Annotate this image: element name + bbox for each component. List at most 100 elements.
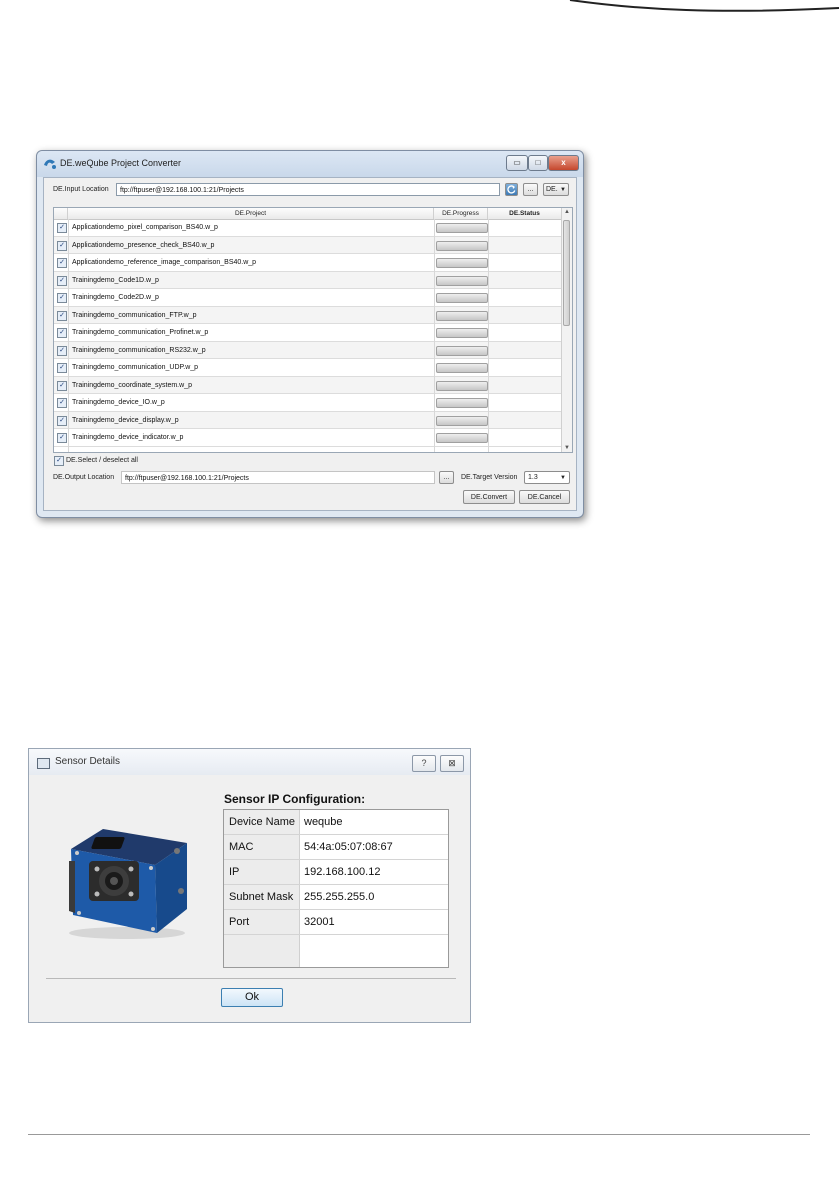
grid-line [68, 219, 69, 452]
row-status [490, 254, 556, 271]
target-version-select[interactable]: 1.3 ▼ [524, 471, 570, 484]
scroll-thumb[interactable] [563, 220, 570, 326]
row-status [490, 342, 556, 359]
close-button[interactable]: x [548, 155, 579, 171]
table-row[interactable]: ✓ Trainingdemo_device_IO.w_p [54, 394, 562, 412]
row-checkbox[interactable]: ✓ [57, 223, 67, 233]
row-progress-bar [436, 223, 488, 233]
language-select[interactable]: DE. ▼ [543, 183, 569, 196]
project-name: Applicationdemo_reference_image_comparis… [72, 259, 257, 266]
checkbox-column-header [54, 208, 68, 219]
project-column-header[interactable]: DE.Project [68, 208, 434, 219]
grid-line [434, 219, 435, 452]
vertical-scrollbar[interactable]: ▲ ▼ [561, 208, 572, 452]
info-key: MAC [224, 835, 300, 859]
table-row[interactable]: ✓ Trainingdemo_device_display.w_p [54, 411, 562, 429]
row-progress-bar [436, 258, 488, 268]
row-checkbox[interactable]: ✓ [57, 380, 67, 391]
row-progress-bar [436, 328, 488, 338]
row-checkbox[interactable]: ✓ [57, 275, 67, 286]
row-progress-bar [436, 275, 488, 286]
row-progress-bar [436, 415, 488, 426]
table-row[interactable]: ✓ Trainingdemo_Code2D.w_p [54, 289, 562, 307]
table-row[interactable]: ✓ Applicationdemo_reference_image_compari… [54, 254, 562, 272]
row-progress-bar [436, 363, 488, 373]
select-all-label: DE.Select / deselect all [66, 457, 138, 464]
chevron-down-icon: ▼ [560, 187, 566, 193]
maximize-button[interactable]: □ [528, 155, 548, 171]
table-row[interactable]: ✓ Applicationdemo_pixel_comparison_BS40.w… [54, 219, 562, 237]
info-row: IP 192.168.100.12 [224, 860, 448, 885]
table-row[interactable]: ✓ Trainingdemo_Code1D.w_p [54, 271, 562, 289]
row-checkbox[interactable]: ✓ [57, 310, 67, 321]
input-browse-button[interactable]: ... [523, 183, 538, 196]
row-status [490, 324, 556, 341]
sensor-ip-heading: Sensor IP Configuration: [224, 792, 366, 806]
close-button[interactable]: ⊠ [440, 755, 464, 772]
converter-title: DE.weQube Project Converter [60, 158, 182, 168]
project-name: Trainingdemo_communication_Profinet.w_p [72, 329, 209, 336]
row-checkbox[interactable]: ✓ [57, 328, 67, 338]
grid-line [488, 219, 489, 452]
table-row[interactable]: ✓ Trainingdemo_coordinate_system.w_p [54, 376, 562, 394]
refresh-icon [507, 185, 516, 194]
row-status [490, 359, 556, 376]
help-button[interactable]: ? [412, 755, 436, 772]
input-location-field[interactable]: ftp://ftpuser@192.168.100.1:21/Projects [116, 183, 500, 196]
row-checkbox[interactable]: ✓ [57, 293, 67, 303]
sensor-details-title-bar[interactable]: Sensor Details ? ⊠ [29, 749, 470, 775]
converter-body: DE.Input Location ftp://ftpuser@192.168.… [43, 177, 577, 511]
convert-button[interactable]: DE.Convert [463, 490, 515, 504]
row-status [490, 307, 556, 324]
row-checkbox[interactable]: ✓ [57, 240, 67, 251]
info-value: 192.168.100.12 [304, 866, 381, 878]
output-browse-button[interactable]: ... [439, 471, 454, 484]
refresh-button[interactable] [505, 183, 518, 196]
row-checkbox[interactable]: ✓ [57, 433, 67, 443]
chevron-down-icon: ▼ [560, 475, 566, 481]
table-row[interactable]: ✓ Trainingdemo_communication_FTP.w_p [54, 306, 562, 324]
row-checkbox[interactable]: ✓ [57, 258, 67, 268]
sensor-details-window: Sensor Details ? ⊠ Sensor IP Configurati… [28, 748, 471, 1023]
project-name: Applicationdemo_presence_check_BS40.w_p [72, 241, 215, 249]
row-status [490, 272, 556, 289]
table-row[interactable]: ✓ Trainingdemo_communication_RS232.w_p [54, 341, 562, 359]
sensor-device-image [69, 829, 187, 939]
separator-line [46, 978, 456, 979]
table-row[interactable]: ✓ Applicationdemo_presence_check_BS40.w_p [54, 236, 562, 254]
info-value: 255.255.255.0 [304, 891, 375, 903]
minimize-button[interactable]: ▭ [506, 155, 528, 171]
table-row[interactable]: ✓ Trainingdemo_communication_Profinet.w_p [54, 324, 562, 342]
info-value: weqube [304, 816, 343, 828]
status-column-header[interactable]: DE.Status [488, 208, 562, 219]
project-name: Trainingdemo_communication_FTP.w_p [72, 311, 197, 319]
project-name: Trainingdemo_device_display.w_p [72, 416, 179, 424]
row-progress-bar [436, 345, 488, 356]
target-version-label: DE.Target Version [461, 474, 518, 481]
info-key: Subnet Mask [224, 885, 300, 909]
ok-button[interactable]: Ok [221, 988, 283, 1007]
info-key: Port [224, 910, 300, 934]
info-key: Device Name [224, 810, 300, 834]
scroll-up-icon[interactable]: ▲ [564, 209, 570, 215]
empty-key-cell [224, 935, 300, 967]
row-status [490, 412, 556, 429]
row-status [490, 237, 556, 254]
row-checkbox[interactable]: ✓ [57, 363, 67, 373]
row-status [490, 289, 556, 306]
row-checkbox[interactable]: ✓ [57, 398, 67, 408]
row-checkbox[interactable]: ✓ [57, 345, 67, 356]
row-progress-bar [436, 293, 488, 303]
weqube-logo-icon [44, 159, 56, 169]
row-status [490, 219, 556, 236]
cancel-button[interactable]: DE.Cancel [519, 490, 570, 504]
select-all-checkbox[interactable]: ✓ [54, 456, 64, 466]
project-converter-window: DE.weQube Project Converter ▭ □ x DE.Inp… [36, 150, 584, 518]
converter-title-bar[interactable]: DE.weQube Project Converter ▭ □ x [37, 151, 583, 177]
row-checkbox[interactable]: ✓ [57, 415, 67, 426]
progress-column-header[interactable]: DE.Progress [434, 208, 488, 219]
table-row[interactable]: ✓ Trainingdemo_communication_UDP.w_p [54, 359, 562, 377]
output-location-field[interactable]: ftp://ftpuser@192.168.100.1:21/Projects [121, 471, 435, 484]
table-row[interactable]: ✓ Trainingdemo_device_indicator.w_p [54, 429, 562, 447]
scroll-down-icon[interactable]: ▼ [564, 445, 570, 451]
